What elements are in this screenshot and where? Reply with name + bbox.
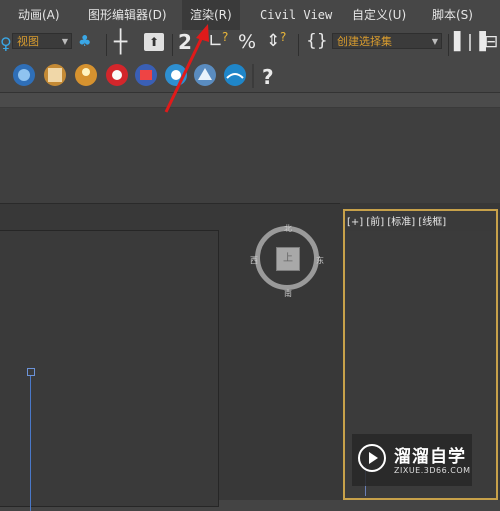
transform-gizmo-handle[interactable] bbox=[27, 368, 35, 376]
angle-snap-question-icon: ? bbox=[222, 30, 229, 44]
toolbar-separator bbox=[448, 34, 449, 56]
selection-set-value: 创建选择集 bbox=[337, 35, 392, 48]
render-icon[interactable] bbox=[106, 64, 128, 86]
menu-bar: 动画(A) 图形编辑器(D) 渲染(R) Civil View 自定义(U) 脚… bbox=[0, 0, 500, 31]
align-icon[interactable]: ⊟ bbox=[484, 32, 498, 52]
render-setup-icon[interactable] bbox=[44, 64, 66, 86]
watermark: 溜溜自学 ZIXUE.3D66.COM bbox=[352, 434, 472, 486]
menu-customize[interactable]: 自定义(U) bbox=[352, 0, 406, 30]
percent-snap-icon[interactable]: % bbox=[238, 31, 256, 53]
menu-animation[interactable]: 动画(A) bbox=[18, 0, 60, 30]
viewport-perspective[interactable]: 上 北 南 东 西 bbox=[0, 203, 340, 511]
select-filter-icon[interactable]: ♀ bbox=[0, 34, 12, 53]
render-queue-icon[interactable] bbox=[224, 64, 246, 86]
transform-gizmo-axis bbox=[30, 371, 31, 511]
pivot-center-icon[interactable]: ♣ bbox=[78, 32, 91, 50]
menu-graph-editors[interactable]: 图形编辑器(D) bbox=[88, 0, 167, 30]
menu-civil-view[interactable]: Civil View bbox=[260, 0, 332, 30]
effects-icon[interactable] bbox=[194, 64, 216, 86]
compass-east-label: 东 bbox=[316, 256, 324, 265]
help-icon[interactable]: ? bbox=[262, 65, 274, 89]
play-logo-icon bbox=[358, 444, 386, 472]
menu-rendering[interactable]: 渲染(R) bbox=[182, 0, 240, 30]
toolbar-separator bbox=[298, 34, 299, 56]
chevron-down-icon: ▼ bbox=[61, 37, 68, 46]
named-selection-icon[interactable]: {} bbox=[306, 31, 328, 51]
viewcube[interactable]: 上 bbox=[255, 226, 319, 290]
named-selection-set-dropdown[interactable]: 创建选择集 ▼ bbox=[332, 33, 442, 49]
viewcube-face[interactable]: 上 bbox=[276, 247, 300, 271]
main-toolbar: ♀ 视图 ▼ ♣ ┼ ⬆ 2 ∟ ? % ⇕ ? {} 创建选择集 ▼ ▌|▐ … bbox=[0, 30, 500, 60]
reference-coordinate-dropdown[interactable]: 视图 ▼ bbox=[12, 33, 72, 49]
keyboard-shortcut-override-icon[interactable]: ⬆ bbox=[144, 33, 164, 51]
watermark-brand: 溜溜自学 bbox=[394, 447, 466, 467]
render-production-icon[interactable] bbox=[135, 64, 157, 86]
ribbon-panel bbox=[0, 108, 500, 203]
render-toolbar-icons: ? bbox=[13, 64, 274, 89]
menu-scripting[interactable]: 脚本(S) bbox=[432, 0, 473, 30]
chevron-down-icon: ▼ bbox=[431, 37, 438, 46]
toolbar-separator bbox=[172, 34, 173, 56]
spinner-snap-question-icon: ? bbox=[280, 30, 287, 44]
compass-north-label: 北 bbox=[284, 224, 292, 233]
compass-west-label: 西 bbox=[250, 256, 258, 265]
mirror-icon[interactable]: ▌|▐ bbox=[454, 32, 486, 52]
toolbar-separator bbox=[106, 34, 107, 56]
watermark-url: ZIXUE.3D66.COM bbox=[394, 466, 471, 475]
environment-icon[interactable] bbox=[165, 64, 187, 86]
viewport-label[interactable]: [+] [前] [标准] [线框] bbox=[347, 213, 446, 228]
spinner-snap-icon[interactable]: ⇕ bbox=[266, 31, 280, 51]
view-dropdown-value: 视图 bbox=[17, 35, 39, 48]
snap-2d-icon[interactable]: 2 bbox=[178, 30, 192, 54]
command-strip bbox=[0, 93, 500, 108]
rendered-frame-icon[interactable] bbox=[75, 64, 97, 86]
material-editor-icon[interactable] bbox=[13, 64, 35, 86]
select-and-manipulate-icon[interactable]: ┼ bbox=[114, 30, 127, 55]
render-toolbar: ? bbox=[0, 60, 500, 93]
angle-snap-icon[interactable]: ∟ bbox=[208, 31, 223, 52]
compass-south-label: 南 bbox=[284, 289, 292, 298]
